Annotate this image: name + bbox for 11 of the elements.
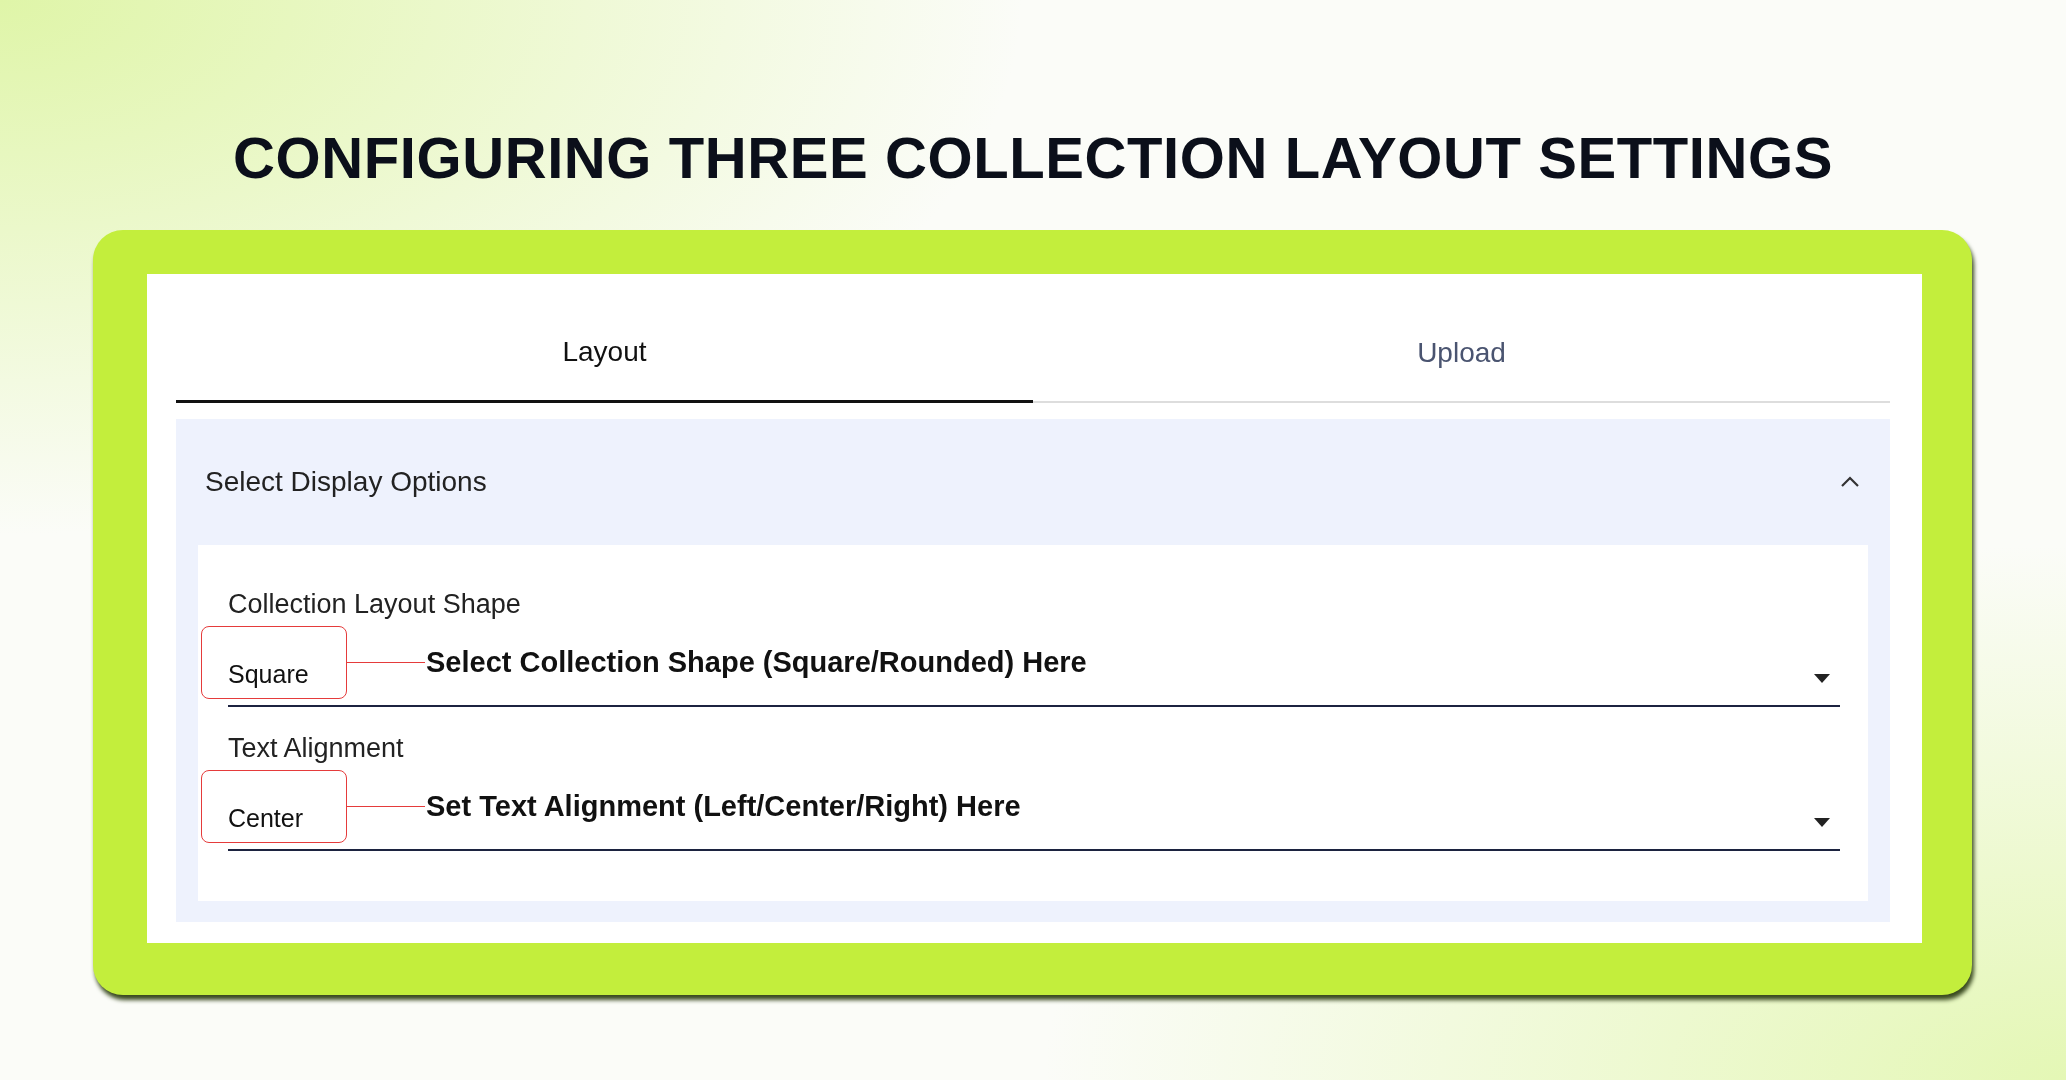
chevron-icon[interactable]: [1840, 476, 1860, 488]
accordion-title[interactable]: Select Display Options: [205, 466, 487, 498]
dropdown-arrow-icon: [1814, 818, 1830, 827]
page-title: CONFIGURING THREE COLLECTION LAYOUT SETTINGS: [233, 125, 1833, 191]
tab[interactable]: Layout: [176, 274, 1033, 403]
annotation-text: Select Collection Shape (Square/Rounded) Here: [426, 645, 1087, 680]
annotation-text: Set Text Alignment (Left/Center/Right) Here: [426, 789, 1021, 824]
field-label: Text Alignment: [228, 732, 404, 765]
field-label: Collection Layout Shape: [228, 588, 521, 621]
tab[interactable]: Upload: [1033, 274, 1890, 403]
dropdown-arrow-icon: [1814, 674, 1830, 683]
